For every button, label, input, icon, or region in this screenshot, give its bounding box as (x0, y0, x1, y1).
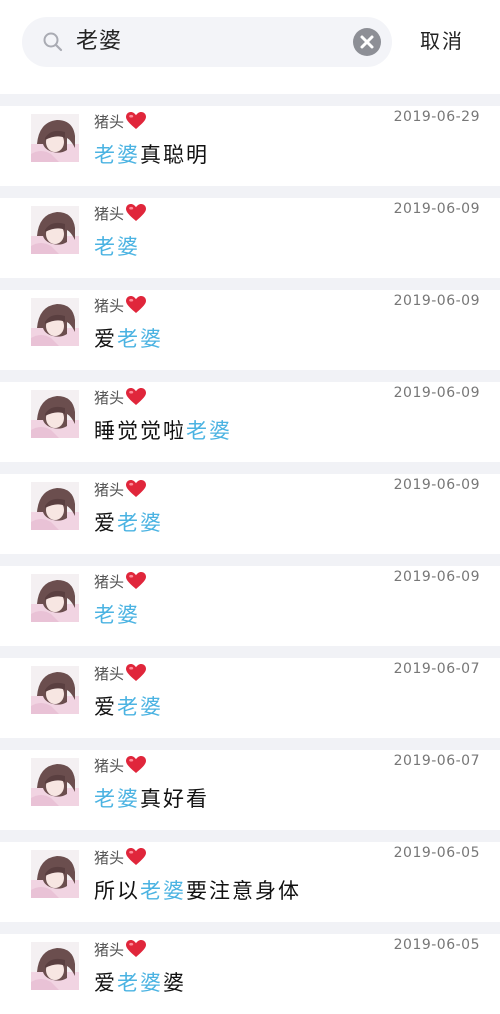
message-text: 睡觉觉啦老婆 (94, 416, 232, 446)
message-date: 2019-06-29 (393, 109, 480, 125)
message-date: 2019-06-05 (393, 937, 480, 953)
result-row[interactable]: 猪头 2019-06-05 所以老婆要注意身体 (0, 830, 500, 922)
message-after: 要注意身体 (186, 879, 301, 903)
keyword-highlight: 老婆 (140, 879, 186, 903)
clear-search-button[interactable] (353, 28, 381, 56)
result-row[interactable]: 猪头 2019-06-09 老婆 (0, 554, 500, 646)
sender-label: 猪头 (94, 849, 125, 867)
heart-icon (126, 940, 147, 963)
heart-icon (126, 664, 147, 687)
sender-name: 猪头 (94, 572, 147, 595)
message-date: 2019-06-09 (393, 385, 480, 401)
sender-label: 猪头 (94, 297, 125, 315)
result-row[interactable]: 猪头 2019-06-07 老婆真好看 (0, 738, 500, 830)
sender-label: 猪头 (94, 481, 125, 499)
keyword-highlight: 老婆 (186, 419, 232, 443)
sender-label: 猪头 (94, 573, 125, 591)
sender-label: 猪头 (94, 205, 125, 223)
result-row[interactable]: 猪头 2019-06-09 爱老婆 (0, 278, 500, 370)
result-row[interactable]: 猪头 2019-06-09 睡觉觉啦老婆 (0, 370, 500, 462)
message-date: 2019-06-09 (393, 293, 480, 309)
search-icon (43, 32, 63, 52)
result-row[interactable]: 猪头 2019-06-29 老婆真聪明 (0, 94, 500, 186)
sender-name: 猪头 (94, 664, 147, 687)
search-results-list: 猪头 2019-06-29 老婆真聪明 猪头 2019-06-09 老婆 猪头 … (0, 94, 500, 1014)
sender-label: 猪头 (94, 941, 125, 959)
result-row[interactable]: 猪头 2019-06-09 老婆 (0, 186, 500, 278)
message-after: 真好看 (140, 787, 209, 811)
sender-label: 猪头 (94, 757, 125, 775)
sender-name: 猪头 (94, 756, 147, 779)
avatar (31, 666, 79, 714)
search-header: 老婆 取消 (0, 0, 500, 86)
sender-name: 猪头 (94, 940, 147, 963)
sender-name: 猪头 (94, 848, 147, 871)
message-before: 爱 (94, 511, 117, 535)
keyword-highlight: 老婆 (117, 695, 163, 719)
message-date: 2019-06-09 (393, 569, 480, 585)
avatar (31, 574, 79, 622)
result-row[interactable]: 猪头 2019-06-07 爱老婆 (0, 646, 500, 738)
avatar (31, 298, 79, 346)
avatar (31, 482, 79, 530)
message-after: 真聪明 (140, 143, 209, 167)
message-date: 2019-06-05 (393, 845, 480, 861)
avatar (31, 206, 79, 254)
message-text: 老婆真聪明 (94, 140, 209, 170)
message-before: 爱 (94, 695, 117, 719)
heart-icon (126, 572, 147, 595)
message-text: 爱老婆 (94, 692, 163, 722)
heart-icon (126, 756, 147, 779)
sender-label: 猪头 (94, 665, 125, 683)
close-icon (360, 35, 374, 49)
search-input[interactable]: 老婆 (76, 28, 122, 56)
message-before: 所以 (94, 879, 140, 903)
avatar (31, 114, 79, 162)
avatar (31, 942, 79, 990)
keyword-highlight: 老婆 (117, 511, 163, 535)
sender-name: 猪头 (94, 388, 147, 411)
cancel-button[interactable]: 取消 (420, 27, 464, 55)
message-date: 2019-06-09 (393, 477, 480, 493)
message-date: 2019-06-07 (393, 661, 480, 677)
message-text: 爱老婆婆 (94, 968, 186, 998)
heart-icon (126, 296, 147, 319)
avatar (31, 850, 79, 898)
message-after: 婆 (163, 971, 186, 995)
keyword-highlight: 老婆 (94, 143, 140, 167)
message-date: 2019-06-07 (393, 753, 480, 769)
message-date: 2019-06-09 (393, 201, 480, 217)
message-before: 爱 (94, 327, 117, 351)
message-before: 爱 (94, 971, 117, 995)
sender-label: 猪头 (94, 113, 125, 131)
message-before: 睡觉觉啦 (94, 419, 186, 443)
message-text: 所以老婆要注意身体 (94, 876, 301, 906)
heart-icon (126, 388, 147, 411)
sender-label: 猪头 (94, 389, 125, 407)
avatar (31, 390, 79, 438)
message-text: 老婆真好看 (94, 784, 209, 814)
result-row[interactable]: 猪头 2019-06-05 爱老婆婆 (0, 922, 500, 1014)
heart-icon (126, 112, 147, 135)
sender-name: 猪头 (94, 112, 147, 135)
sender-name: 猪头 (94, 296, 147, 319)
heart-icon (126, 848, 147, 871)
keyword-highlight: 老婆 (94, 603, 140, 627)
search-bar[interactable]: 老婆 (22, 17, 392, 67)
keyword-highlight: 老婆 (117, 327, 163, 351)
keyword-highlight: 老婆 (94, 235, 140, 259)
message-text: 老婆 (94, 232, 140, 262)
sender-name: 猪头 (94, 204, 147, 227)
message-text: 爱老婆 (94, 324, 163, 354)
keyword-highlight: 老婆 (94, 787, 140, 811)
message-text: 爱老婆 (94, 508, 163, 538)
sender-name: 猪头 (94, 480, 147, 503)
message-text: 老婆 (94, 600, 140, 630)
heart-icon (126, 204, 147, 227)
keyword-highlight: 老婆 (117, 971, 163, 995)
result-row[interactable]: 猪头 2019-06-09 爱老婆 (0, 462, 500, 554)
avatar (31, 758, 79, 806)
heart-icon (126, 480, 147, 503)
